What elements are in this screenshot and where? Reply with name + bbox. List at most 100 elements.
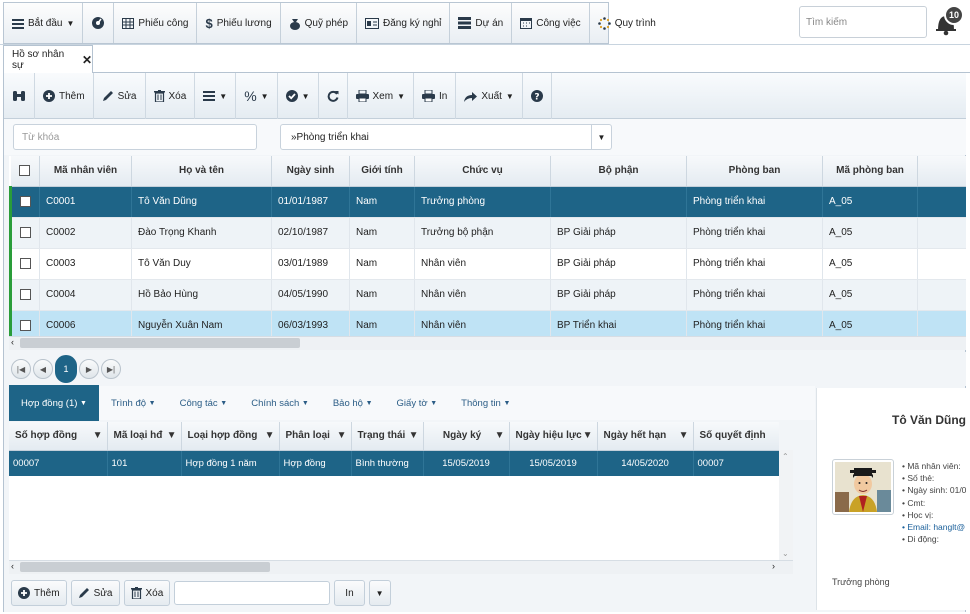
email-link[interactable]: Email: hanglt@ — [907, 522, 965, 532]
tab-documents[interactable]: Giấy tờ ▼ — [385, 386, 450, 420]
column-header[interactable]: Bộ phận — [550, 156, 687, 187]
delete-button[interactable]: Xóa — [146, 73, 196, 119]
table-row[interactable]: C0002 Đào Trọng Khanh 02/10/1987 Nam Trưởng … — [9, 217, 966, 249]
approve-menu-button[interactable]: ▼ — [278, 73, 319, 119]
department-select[interactable]: »Phòng triển khai ▼ — [280, 124, 612, 150]
nav-item-leave-request[interactable]: Đăng ký nghỉ — [357, 3, 451, 43]
column-header[interactable]: Mã phòng ban — [822, 156, 918, 187]
add-button[interactable]: Thêm — [35, 73, 94, 119]
scrollbar-thumb[interactable] — [20, 338, 300, 348]
keyword-input[interactable]: Từ khóa — [13, 124, 257, 150]
column-header[interactable]: Phòng ban — [686, 156, 823, 187]
close-icon[interactable]: ✕ — [82, 53, 92, 67]
tab-protection[interactable]: Bảo hộ ▼ — [321, 386, 385, 420]
dashboard-button[interactable] — [83, 3, 115, 43]
column-header[interactable]: Ngày hết hạn ▼ — [597, 422, 694, 451]
tab-policies[interactable]: Chính sách ▼ — [239, 386, 321, 420]
last-page-button[interactable]: ▶| — [101, 359, 121, 379]
row-checkbox[interactable] — [9, 279, 40, 311]
column-header[interactable]: Ngày hiệu lực ▼ — [509, 422, 598, 451]
scroll-down-icon[interactable]: ⌄ — [782, 549, 789, 558]
nav-item-tasks[interactable]: Công việc — [512, 3, 590, 43]
filter-icon[interactable]: ▼ — [167, 430, 177, 441]
filter-icon[interactable]: ▼ — [93, 430, 103, 441]
profile-field[interactable]: • Email: hanglt@ — [902, 522, 966, 534]
table-row[interactable]: C0001 Tô Văn Dũng 01/01/1987 Nam Trưởng phòn… — [9, 186, 966, 218]
table-row[interactable]: 00007 101 Hợp đồng 1 năm Hợp đồng Bình t… — [9, 450, 779, 476]
row-checkbox[interactable] — [9, 217, 40, 249]
table-row[interactable]: C0003 Tô Văn Duy 03/01/1989 Nam Nhân viên BP … — [9, 248, 966, 280]
link-menu-button[interactable]: % ▼ — [236, 73, 278, 119]
tab-qualifications[interactable]: Trình độ ▼ — [99, 386, 168, 420]
scroll-left-icon[interactable]: ‹ — [11, 561, 14, 571]
edit-button[interactable]: Sửa — [94, 73, 146, 119]
filter-icon[interactable]: ▼ — [583, 430, 593, 441]
column-header[interactable]: Chức vụ — [414, 156, 551, 187]
table-row[interactable]: C0004 Hồ Bảo Hùng 04/05/1990 Nam Nhân viên BP… — [9, 279, 966, 311]
column-header[interactable]: Số hợp đồng ▼ — [9, 422, 108, 451]
add-contract-button[interactable]: Thêm — [11, 580, 67, 606]
print-button[interactable]: In — [414, 73, 457, 119]
global-search-input[interactable]: Tìm kiếm — [799, 6, 927, 38]
scrollbar-thumb[interactable] — [20, 562, 270, 572]
print-menu-button[interactable]: ▼ — [368, 580, 391, 606]
filter-icon[interactable]: ▼ — [679, 430, 689, 441]
tab-info[interactable]: Thông tin ▼ — [449, 386, 522, 420]
caret-down-icon[interactable]: ▼ — [591, 125, 611, 149]
column-header[interactable]: Phân loại ▼ — [279, 422, 352, 451]
checkbox[interactable] — [19, 165, 31, 177]
column-header[interactable]: Mã loại hđ ▼ — [107, 422, 182, 451]
first-page-button[interactable]: |◀ — [11, 359, 31, 379]
checkbox[interactable] — [20, 257, 31, 269]
edit-contract-button[interactable]: Sửa — [70, 580, 120, 606]
next-page-button[interactable]: ▶ — [79, 359, 99, 379]
checkbox[interactable] — [20, 195, 31, 207]
tab-work-history[interactable]: Công tác ▼ — [168, 386, 240, 420]
checkbox[interactable] — [20, 288, 31, 300]
tab-employee-records[interactable]: Hồ sơ nhân sự ✕ — [3, 45, 93, 73]
column-header[interactable]: Mã nhân viên — [39, 156, 132, 187]
checkbox[interactable] — [20, 226, 31, 238]
scroll-up-icon[interactable]: ⌃ — [782, 452, 789, 461]
filter-icon[interactable]: ▼ — [265, 430, 275, 441]
nav-item-payslip[interactable]: $ Phiếu lương — [197, 3, 281, 43]
nav-item-leave-fund[interactable]: Quỹ phép — [281, 3, 358, 43]
tab-contracts[interactable]: Hợp đồng (1) ▼ — [9, 385, 99, 421]
row-checkbox[interactable] — [9, 248, 40, 280]
refresh-button[interactable] — [319, 73, 348, 119]
list-menu-button[interactable]: ▼ — [195, 73, 237, 119]
row-checkbox[interactable] — [9, 310, 40, 336]
checkbox[interactable] — [20, 319, 31, 331]
nav-item-workflow[interactable]: Quy trình — [590, 3, 664, 43]
scroll-left-icon[interactable]: ‹ — [11, 337, 14, 347]
table-row[interactable]: C0006 Nguyễn Xuân Nam 06/03/1993 Nam Nhân vi… — [9, 310, 966, 336]
vertical-scrollbar[interactable]: ⌃ ⌄ — [779, 450, 793, 560]
row-checkbox[interactable] — [9, 186, 40, 218]
column-header[interactable]: Trạng thái ▼ — [351, 422, 424, 451]
nav-item-timesheet[interactable]: Phiếu công — [114, 3, 198, 43]
nav-item-project[interactable]: Dự án — [450, 3, 513, 43]
column-header[interactable]: Giới tính — [349, 156, 415, 187]
column-header[interactable]: Số quyết định — [693, 422, 779, 451]
help-button[interactable]: ? — [523, 73, 552, 119]
bag-icon — [289, 18, 300, 30]
prev-page-button[interactable]: ◀ — [33, 359, 53, 379]
current-page[interactable]: 1 — [55, 355, 77, 383]
delete-contract-button[interactable]: Xóa — [123, 580, 171, 606]
scroll-right-icon[interactable]: › — [772, 561, 775, 571]
start-menu-button[interactable]: Bắt đầu ▼ — [4, 3, 84, 43]
notification-badge[interactable]: 10 — [944, 5, 964, 25]
contract-input[interactable] — [174, 581, 331, 605]
export-menu-button[interactable]: Xuất ▼ — [456, 73, 523, 119]
column-header[interactable]: Ngày sinh — [271, 156, 350, 187]
select-all-checkbox[interactable] — [10, 156, 40, 187]
print-contract-button[interactable]: In — [334, 580, 365, 606]
filter-icon[interactable]: ▼ — [337, 430, 347, 441]
column-header[interactable]: Loại hợp đồng ▼ — [181, 422, 280, 451]
find-button[interactable] — [4, 73, 35, 119]
column-header[interactable]: Ngày ký ▼ — [423, 422, 510, 451]
filter-icon[interactable]: ▼ — [495, 430, 505, 441]
filter-icon[interactable]: ▼ — [409, 430, 419, 441]
column-header[interactable]: Họ và tên — [131, 156, 272, 187]
view-menu-button[interactable]: Xem ▼ — [348, 73, 414, 119]
